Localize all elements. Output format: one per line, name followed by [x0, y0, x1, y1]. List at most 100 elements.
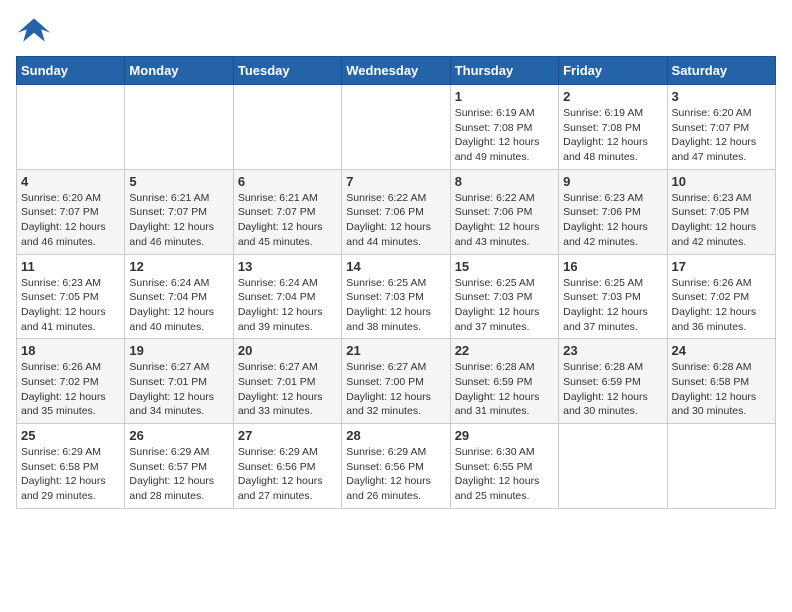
day-info: Sunrise: 6:20 AMSunset: 7:07 PMDaylight:… — [21, 191, 120, 250]
day-info: Sunrise: 6:29 AMSunset: 6:58 PMDaylight:… — [21, 445, 120, 504]
calendar-cell: 7Sunrise: 6:22 AMSunset: 7:06 PMDaylight… — [342, 169, 450, 254]
day-header-thursday: Thursday — [450, 57, 558, 85]
day-info: Sunrise: 6:27 AMSunset: 7:00 PMDaylight:… — [346, 360, 445, 419]
day-info: Sunrise: 6:23 AMSunset: 7:05 PMDaylight:… — [672, 191, 771, 250]
calendar-cell: 20 Sunrise: 6:27 AMSunset: 7:01 PMDayligh… — [233, 339, 341, 424]
calendar-cell — [17, 85, 125, 170]
calendar-cell: 24Sunrise: 6:28 AMSunset: 6:58 PMDayligh… — [667, 339, 775, 424]
day-info: Sunrise: 6:27 AMSunset: 7:01 PMDaylight:… — [238, 360, 337, 419]
day-header-saturday: Saturday — [667, 57, 775, 85]
calendar-cell: 14 Sunrise: 6:25 AMSunset: 7:03 PMDayligh… — [342, 254, 450, 339]
day-info: Sunrise: 6:19 AMSunset: 7:08 PMDaylight:… — [563, 106, 662, 165]
day-info: Sunrise: 6:29 AMSunset: 6:56 PMDaylight:… — [346, 445, 445, 504]
day-number: 15 — [455, 259, 554, 274]
day-number: 21 — [346, 343, 445, 358]
day-info: Sunrise: 6:23 AMSunset: 7:05 PMDaylight:… — [21, 276, 120, 335]
day-number: 12 — [129, 259, 228, 274]
logo — [16, 16, 56, 46]
day-info: Sunrise: 6:23 AMSunset: 7:06 PMDaylight:… — [563, 191, 662, 250]
day-number: 11 — [21, 259, 120, 274]
day-info: Sunrise: 6:26 AMSunset: 7:02 PMDaylight:… — [672, 276, 771, 335]
calendar-cell: 25 Sunrise: 6:29 AMSunset: 6:58 PMDayligh… — [17, 424, 125, 509]
day-header-wednesday: Wednesday — [342, 57, 450, 85]
calendar-cell: 2 Sunrise: 6:19 AMSunset: 7:08 PMDaylight… — [559, 85, 667, 170]
calendar-cell — [233, 85, 341, 170]
day-number: 4 — [21, 174, 120, 189]
calendar-cell: 29 Sunrise: 6:30 AMSunset: 6:55 PMDayligh… — [450, 424, 558, 509]
day-info: Sunrise: 6:28 AMSunset: 6:59 PMDaylight:… — [455, 360, 554, 419]
calendar-cell: 27 Sunrise: 6:29 AMSunset: 6:56 PMDayligh… — [233, 424, 341, 509]
calendar-cell: 26 Sunrise: 6:29 AMSunset: 6:57 PMDayligh… — [125, 424, 233, 509]
calendar-cell: 21 Sunrise: 6:27 AMSunset: 7:00 PMDayligh… — [342, 339, 450, 424]
day-info: Sunrise: 6:26 AMSunset: 7:02 PMDaylight:… — [21, 360, 120, 419]
calendar-cell: 3 Sunrise: 6:20 AMSunset: 7:07 PMDaylight… — [667, 85, 775, 170]
day-number: 18 — [21, 343, 120, 358]
day-info: Sunrise: 6:29 AMSunset: 6:56 PMDaylight:… — [238, 445, 337, 504]
day-number: 16 — [563, 259, 662, 274]
day-info: Sunrise: 6:24 AMSunset: 7:04 PMDaylight:… — [238, 276, 337, 335]
day-info: Sunrise: 6:25 AMSunset: 7:03 PMDaylight:… — [346, 276, 445, 335]
calendar-cell — [125, 85, 233, 170]
day-number: 13 — [238, 259, 337, 274]
calendar-cell: 8 Sunrise: 6:22 AMSunset: 7:06 PMDaylight… — [450, 169, 558, 254]
calendar-cell: 1Sunrise: 6:19 AMSunset: 7:08 PMDaylight… — [450, 85, 558, 170]
day-number: 19 — [129, 343, 228, 358]
logo-icon — [16, 16, 52, 46]
day-info: Sunrise: 6:25 AMSunset: 7:03 PMDaylight:… — [563, 276, 662, 335]
day-number: 5 — [129, 174, 228, 189]
calendar-cell: 22 Sunrise: 6:28 AMSunset: 6:59 PMDayligh… — [450, 339, 558, 424]
day-number: 9 — [563, 174, 662, 189]
day-header-tuesday: Tuesday — [233, 57, 341, 85]
day-info: Sunrise: 6:25 AMSunset: 7:03 PMDaylight:… — [455, 276, 554, 335]
calendar-cell: 23 Sunrise: 6:28 AMSunset: 6:59 PMDayligh… — [559, 339, 667, 424]
day-number: 8 — [455, 174, 554, 189]
day-number: 14 — [346, 259, 445, 274]
calendar-cell — [667, 424, 775, 509]
calendar-week-row: 18 Sunrise: 6:26 AMSunset: 7:02 PMDayligh… — [17, 339, 776, 424]
day-number: 27 — [238, 428, 337, 443]
calendar-week-row: 25 Sunrise: 6:29 AMSunset: 6:58 PMDayligh… — [17, 424, 776, 509]
calendar-table: SundayMondayTuesdayWednesdayThursdayFrid… — [16, 56, 776, 509]
day-info: Sunrise: 6:27 AMSunset: 7:01 PMDaylight:… — [129, 360, 228, 419]
day-number: 26 — [129, 428, 228, 443]
calendar-cell: 12Sunrise: 6:24 AMSunset: 7:04 PMDayligh… — [125, 254, 233, 339]
calendar-cell: 10 Sunrise: 6:23 AMSunset: 7:05 PMDayligh… — [667, 169, 775, 254]
calendar-week-row: 11 Sunrise: 6:23 AMSunset: 7:05 PMDayligh… — [17, 254, 776, 339]
day-number: 29 — [455, 428, 554, 443]
day-info: Sunrise: 6:22 AMSunset: 7:06 PMDaylight:… — [455, 191, 554, 250]
day-header-friday: Friday — [559, 57, 667, 85]
day-header-monday: Monday — [125, 57, 233, 85]
day-number: 7 — [346, 174, 445, 189]
calendar-cell: 15 Sunrise: 6:25 AMSunset: 7:03 PMDayligh… — [450, 254, 558, 339]
calendar-header-row: SundayMondayTuesdayWednesdayThursdayFrid… — [17, 57, 776, 85]
calendar-cell: 17 Sunrise: 6:26 AMSunset: 7:02 PMDayligh… — [667, 254, 775, 339]
day-info: Sunrise: 6:21 AMSunset: 7:07 PMDaylight:… — [129, 191, 228, 250]
day-number: 23 — [563, 343, 662, 358]
day-number: 28 — [346, 428, 445, 443]
day-info: Sunrise: 6:28 AMSunset: 6:58 PMDaylight:… — [672, 360, 771, 419]
day-number: 17 — [672, 259, 771, 274]
calendar-cell: 4 Sunrise: 6:20 AMSunset: 7:07 PMDaylight… — [17, 169, 125, 254]
day-number: 10 — [672, 174, 771, 189]
calendar-cell: 28 Sunrise: 6:29 AMSunset: 6:56 PMDayligh… — [342, 424, 450, 509]
page-header — [16, 16, 776, 46]
day-info: Sunrise: 6:30 AMSunset: 6:55 PMDaylight:… — [455, 445, 554, 504]
day-number: 3 — [672, 89, 771, 104]
day-number: 2 — [563, 89, 662, 104]
calendar-cell — [342, 85, 450, 170]
calendar-cell: 18 Sunrise: 6:26 AMSunset: 7:02 PMDayligh… — [17, 339, 125, 424]
day-info: Sunrise: 6:21 AMSunset: 7:07 PMDaylight:… — [238, 191, 337, 250]
day-info: Sunrise: 6:28 AMSunset: 6:59 PMDaylight:… — [563, 360, 662, 419]
day-info: Sunrise: 6:20 AMSunset: 7:07 PMDaylight:… — [672, 106, 771, 165]
day-number: 20 — [238, 343, 337, 358]
calendar-cell: 9 Sunrise: 6:23 AMSunset: 7:06 PMDaylight… — [559, 169, 667, 254]
day-header-sunday: Sunday — [17, 57, 125, 85]
calendar-week-row: 4 Sunrise: 6:20 AMSunset: 7:07 PMDaylight… — [17, 169, 776, 254]
calendar-cell — [559, 424, 667, 509]
day-number: 25 — [21, 428, 120, 443]
day-number: 22 — [455, 343, 554, 358]
calendar-week-row: 1Sunrise: 6:19 AMSunset: 7:08 PMDaylight… — [17, 85, 776, 170]
calendar-cell: 11 Sunrise: 6:23 AMSunset: 7:05 PMDayligh… — [17, 254, 125, 339]
day-info: Sunrise: 6:29 AMSunset: 6:57 PMDaylight:… — [129, 445, 228, 504]
calendar-cell: 16 Sunrise: 6:25 AMSunset: 7:03 PMDayligh… — [559, 254, 667, 339]
